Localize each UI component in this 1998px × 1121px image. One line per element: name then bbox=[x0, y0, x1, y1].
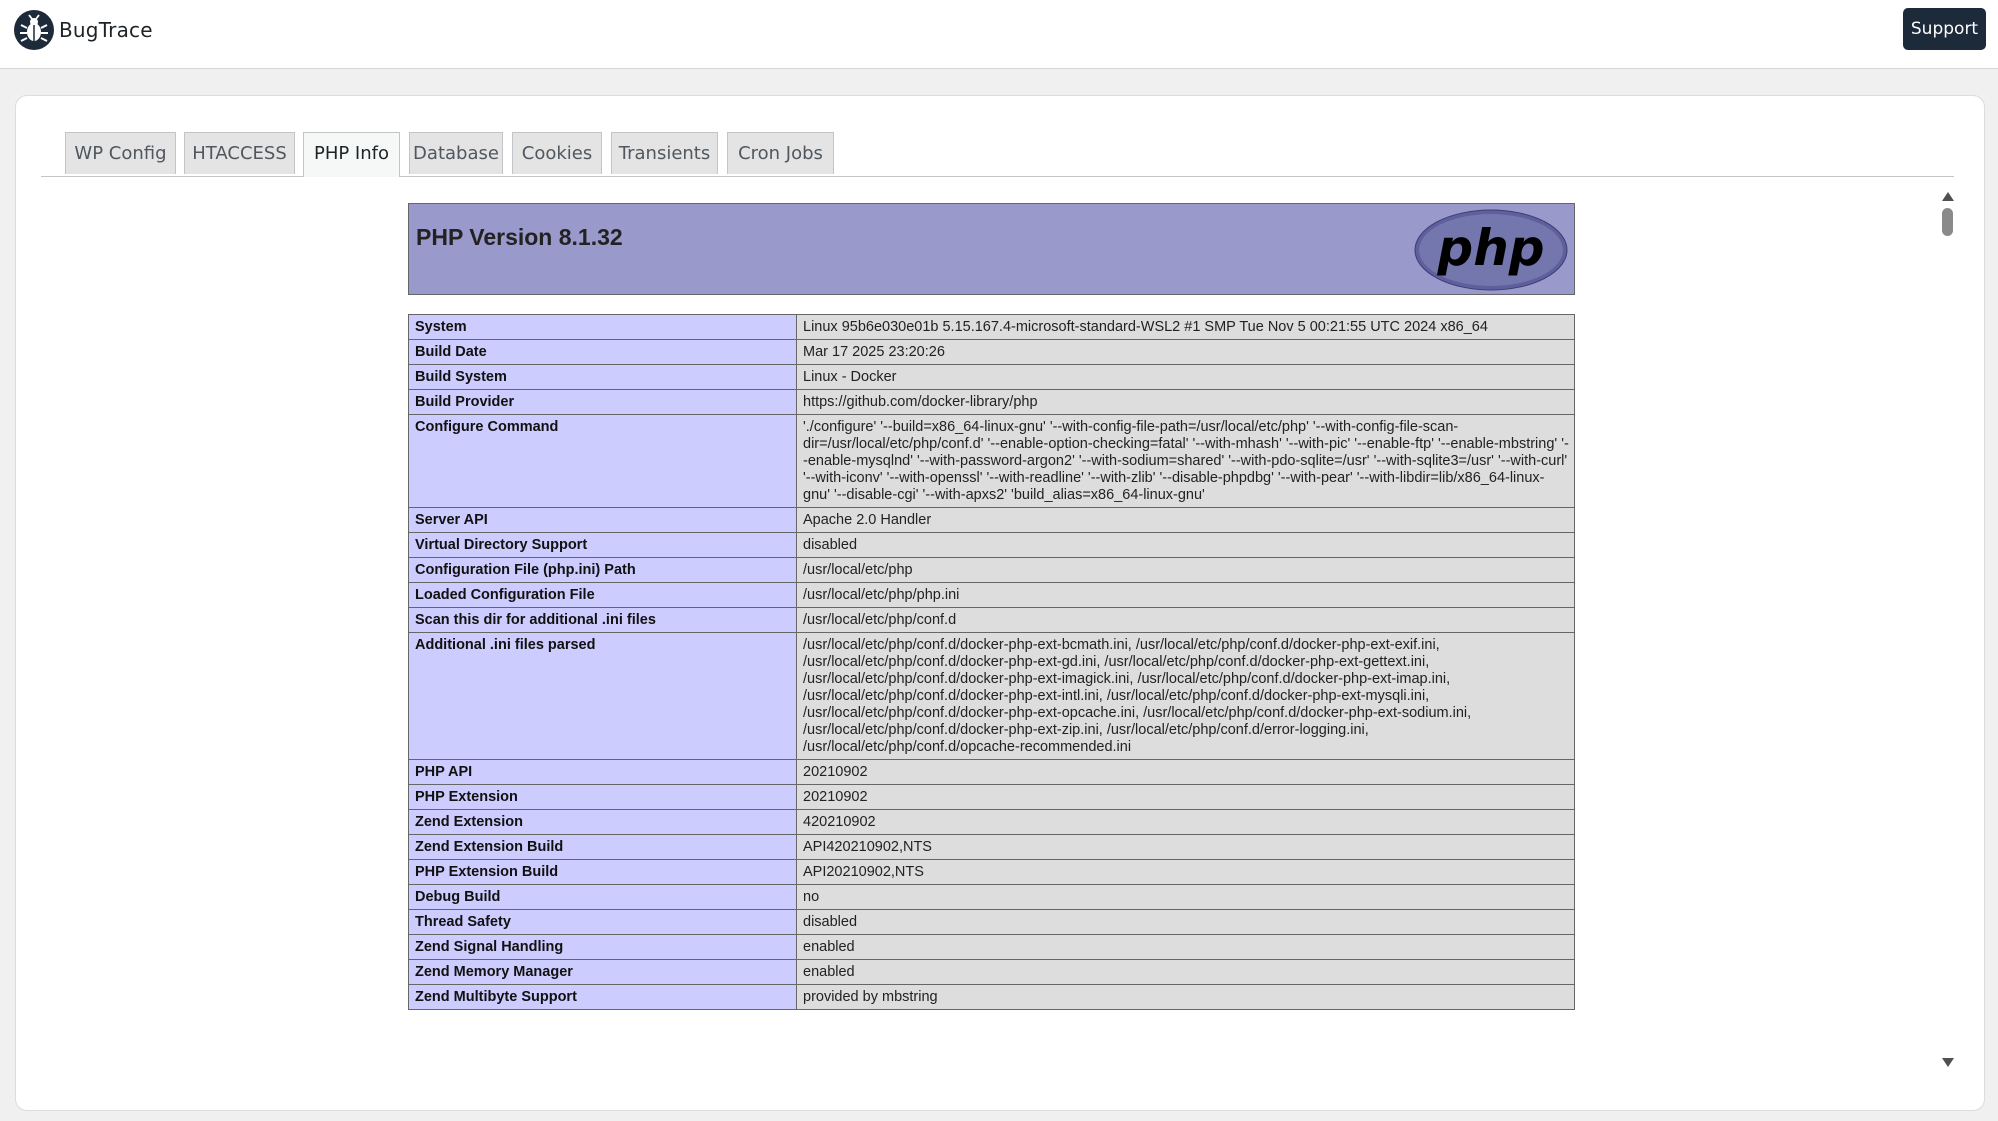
tab-transients[interactable]: Transients bbox=[611, 132, 718, 174]
app-name: BugTrace bbox=[59, 18, 153, 42]
row-value: Apache 2.0 Handler bbox=[796, 507, 1575, 533]
tab-htaccess[interactable]: HTACCESS bbox=[184, 132, 295, 174]
table-row: PHP API 20210902 bbox=[408, 759, 1575, 785]
table-row: Zend Extension 420210902 bbox=[408, 809, 1575, 835]
row-key: Configuration File (php.ini) Path bbox=[408, 557, 797, 583]
row-key: Thread Safety bbox=[408, 909, 797, 935]
table-row: Server API Apache 2.0 Handler bbox=[408, 507, 1575, 533]
row-key: Server API bbox=[408, 507, 797, 533]
table-row: Build Date Mar 17 2025 23:20:26 bbox=[408, 339, 1575, 365]
table-row: Zend Memory Manager enabled bbox=[408, 959, 1575, 985]
bug-icon[interactable] bbox=[14, 10, 54, 50]
row-value: Mar 17 2025 23:20:26 bbox=[796, 339, 1575, 365]
scroll-thumb[interactable] bbox=[1942, 208, 1953, 236]
row-value: Linux 95b6e030e01b 5.15.167.4-microsoft-… bbox=[796, 314, 1575, 340]
php-version-title: PHP Version 8.1.32 bbox=[416, 224, 623, 250]
row-key: Build Provider bbox=[408, 389, 797, 415]
row-key: Virtual Directory Support bbox=[408, 532, 797, 558]
row-value: /usr/local/etc/php/conf.d bbox=[796, 607, 1575, 633]
table-row: Loaded Configuration File/usr/local/etc/… bbox=[408, 582, 1575, 608]
table-row: Scan this dir for additional .ini files /… bbox=[408, 607, 1575, 633]
table-row: Build Provider https://github.com/docker-… bbox=[408, 389, 1575, 415]
scroll-up-icon[interactable] bbox=[1942, 192, 1954, 201]
row-key: PHP Extension Build bbox=[408, 859, 797, 885]
row-key: Debug Build bbox=[408, 884, 797, 910]
row-key: Build Date bbox=[408, 339, 797, 365]
row-key: System bbox=[408, 314, 797, 340]
table-row: PHP Extension Build API20210902,NTS bbox=[408, 859, 1575, 885]
row-value: /usr/local/etc/php/conf.d/docker-php-ext… bbox=[796, 632, 1575, 760]
support-button[interactable]: Support bbox=[1903, 8, 1986, 50]
row-key: Scan this dir for additional .ini files bbox=[408, 607, 797, 633]
table-row: Debug Build no bbox=[408, 884, 1575, 910]
row-key: PHP API bbox=[408, 759, 797, 785]
table-row: Zend Multibyte Support provided by mbstri… bbox=[408, 984, 1575, 1010]
tab-wp-config[interactable]: WP Config bbox=[65, 132, 176, 174]
table-row: Configuration File (php.ini) Path/usr/lo… bbox=[408, 557, 1575, 583]
table-row: Zend Extension Build API420210902,NTS bbox=[408, 834, 1575, 860]
row-key: PHP Extension bbox=[408, 784, 797, 810]
row-value: './configure' '--build=x86_64-linux-gnu'… bbox=[796, 414, 1575, 508]
svg-text:php: php bbox=[1436, 219, 1544, 277]
tab-cookies[interactable]: Cookies bbox=[512, 132, 602, 174]
vertical-scrollbar[interactable] bbox=[1936, 186, 1958, 1076]
row-value: provided by mbstring bbox=[796, 984, 1575, 1010]
row-value: disabled bbox=[796, 532, 1575, 558]
top-bar: BugTrace Support bbox=[0, 0, 1998, 69]
table-row: Configure Command './configure' '--build=… bbox=[408, 414, 1575, 508]
row-value: 20210902 bbox=[796, 759, 1575, 785]
row-key: Build System bbox=[408, 364, 797, 390]
row-value: https://github.com/docker-library/php bbox=[796, 389, 1575, 415]
phpinfo-scroll-area[interactable]: PHP Version 8.1.32 php System Linux 95b6e… bbox=[41, 186, 1954, 1076]
row-value: 20210902 bbox=[796, 784, 1575, 810]
row-value: /usr/local/etc/php bbox=[796, 557, 1575, 583]
row-value: API420210902,NTS bbox=[796, 834, 1575, 860]
tab-cron-jobs[interactable]: Cron Jobs bbox=[727, 132, 834, 174]
table-row: Zend Signal Handling enabled bbox=[408, 934, 1575, 960]
table-row: Thread Safety disabled bbox=[408, 909, 1575, 935]
row-key: Loaded Configuration File bbox=[408, 582, 797, 608]
row-key: Zend Signal Handling bbox=[408, 934, 797, 960]
table-row: Virtual Directory Support disabled bbox=[408, 532, 1575, 558]
table-row: System Linux 95b6e030e01b 5.15.167.4-micr… bbox=[408, 314, 1575, 340]
table-row: PHP Extension 20210902 bbox=[408, 784, 1575, 810]
phpinfo-header: PHP Version 8.1.32 php bbox=[408, 203, 1575, 295]
row-key: Zend Multibyte Support bbox=[408, 984, 797, 1010]
row-value: 420210902 bbox=[796, 809, 1575, 835]
table-row: Additional .ini files parsed/usr/local/e… bbox=[408, 632, 1575, 760]
phpinfo-table: System Linux 95b6e030e01b 5.15.167.4-micr… bbox=[408, 314, 1575, 1010]
row-value: no bbox=[796, 884, 1575, 910]
tab-database[interactable]: Database bbox=[409, 132, 503, 174]
tab-bar: WP Config HTACCESS PHP Info Database Coo… bbox=[41, 132, 1954, 177]
tab-php-info[interactable]: PHP Info bbox=[303, 132, 400, 177]
scroll-down-icon[interactable] bbox=[1942, 1058, 1954, 1067]
php-logo: php bbox=[1414, 209, 1568, 291]
table-row: Build System Linux - Docker bbox=[408, 364, 1575, 390]
main-panel: WP Config HTACCESS PHP Info Database Coo… bbox=[15, 95, 1985, 1111]
row-key: Zend Extension bbox=[408, 809, 797, 835]
row-value: API20210902,NTS bbox=[796, 859, 1575, 885]
row-value: enabled bbox=[796, 959, 1575, 985]
phpinfo-box: PHP Version 8.1.32 php System Linux 95b6e… bbox=[408, 203, 1575, 1010]
row-key: Zend Memory Manager bbox=[408, 959, 797, 985]
row-value: /usr/local/etc/php/php.ini bbox=[796, 582, 1575, 608]
row-key: Zend Extension Build bbox=[408, 834, 797, 860]
row-value: disabled bbox=[796, 909, 1575, 935]
row-key: Configure Command bbox=[408, 414, 797, 508]
row-value: enabled bbox=[796, 934, 1575, 960]
row-key: Additional .ini files parsed bbox=[408, 632, 797, 760]
row-value: Linux - Docker bbox=[796, 364, 1575, 390]
